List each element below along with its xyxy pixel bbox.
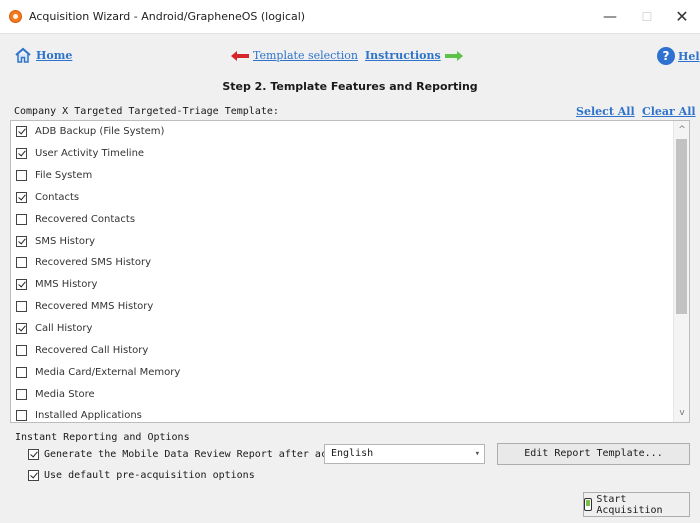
- feature-label: Media Store: [35, 388, 95, 400]
- feature-label: MMS History: [35, 279, 98, 291]
- feature-checkbox[interactable]: [16, 126, 27, 138]
- feature-row[interactable]: ADB Backup (File System): [11, 121, 673, 143]
- template-selection-link[interactable]: Template selection: [231, 49, 358, 62]
- feature-row[interactable]: Recovered Contacts: [11, 208, 673, 230]
- clear-all-link[interactable]: Clear All: [642, 105, 696, 118]
- minimize-button[interactable]: —: [599, 6, 621, 28]
- arrow-left-icon: [231, 50, 249, 61]
- feature-checkbox[interactable]: [16, 301, 27, 313]
- feature-list-items: ADB Backup (File System) User Activity Ti…: [11, 121, 673, 422]
- feature-label: Recovered MMS History: [35, 301, 154, 313]
- feature-row[interactable]: MMS History: [11, 274, 673, 296]
- language-value: English: [331, 448, 374, 459]
- feature-checkbox[interactable]: [16, 148, 27, 160]
- feature-label: Recovered SMS History: [35, 257, 151, 269]
- phone-icon: [584, 498, 593, 511]
- step-title: Step 2. Template Features and Reporting: [222, 80, 478, 93]
- feature-row[interactable]: Recovered Call History: [11, 339, 673, 361]
- home-link[interactable]: Home: [14, 47, 72, 63]
- feature-label: Installed Applications: [35, 410, 142, 422]
- help-icon: ?: [657, 47, 675, 65]
- feature-row[interactable]: Recovered MMS History: [11, 296, 673, 318]
- feature-row[interactable]: Installed Applications: [11, 405, 673, 422]
- default-options-option[interactable]: Use default pre-acquisition options: [28, 470, 255, 481]
- instructions-link[interactable]: Instructions: [365, 49, 463, 62]
- feature-checkbox[interactable]: [16, 410, 27, 422]
- feature-row[interactable]: SMS History: [11, 230, 673, 252]
- default-options-label: Use default pre-acquisition options: [44, 470, 255, 481]
- feature-label: Recovered Call History: [35, 344, 149, 356]
- template-name: Company X Targeted Targeted-Triage Templ…: [14, 106, 279, 117]
- help-link[interactable]: ? Help: [657, 47, 700, 65]
- language-select[interactable]: English ▾: [324, 444, 485, 464]
- feature-row[interactable]: Call History: [11, 318, 673, 340]
- template-selection-label[interactable]: Template selection: [253, 49, 358, 62]
- feature-row[interactable]: Media Card/External Memory: [11, 361, 673, 383]
- feature-row[interactable]: Contacts: [11, 187, 673, 209]
- feature-label: Contacts: [35, 191, 80, 203]
- feature-checkbox[interactable]: [16, 257, 27, 269]
- feature-label: SMS History: [35, 235, 96, 247]
- instant-reporting-label: Instant Reporting and Options: [15, 432, 190, 443]
- feature-checkbox[interactable]: [16, 388, 27, 400]
- maximize-button[interactable]: ☐: [636, 6, 658, 28]
- feature-list-scrollbar[interactable]: ^ v: [673, 121, 689, 422]
- help-link-label[interactable]: Help: [678, 50, 700, 63]
- arrow-right-icon: [444, 50, 463, 61]
- instructions-label[interactable]: Instructions: [365, 49, 441, 62]
- feature-checkbox[interactable]: [16, 344, 27, 356]
- feature-row[interactable]: Recovered SMS History: [11, 252, 673, 274]
- window-title: Acquisition Wizard - Android/GrapheneOS …: [29, 10, 306, 23]
- start-acquisition-label: Start Acquisition: [596, 493, 663, 516]
- feature-label: ADB Backup (File System): [35, 126, 165, 138]
- feature-label: User Activity Timeline: [35, 148, 145, 160]
- feature-label: File System: [35, 170, 93, 182]
- scroll-up-icon[interactable]: ^: [674, 122, 689, 138]
- edit-report-template-button[interactable]: Edit Report Template...: [497, 443, 690, 465]
- feature-row[interactable]: Media Store: [11, 383, 673, 405]
- app-logo-icon: [9, 10, 22, 23]
- feature-checkbox[interactable]: [16, 213, 27, 225]
- feature-checkbox[interactable]: [16, 323, 27, 335]
- feature-checkbox[interactable]: [16, 279, 27, 291]
- default-options-checkbox[interactable]: [28, 470, 39, 481]
- feature-row[interactable]: User Activity Timeline: [11, 143, 673, 165]
- chevron-down-icon: ▾: [474, 449, 480, 459]
- home-icon: [15, 47, 31, 63]
- select-all-link[interactable]: Select All: [576, 105, 635, 118]
- feature-checkbox[interactable]: [16, 366, 27, 378]
- feature-checkbox[interactable]: [16, 191, 27, 203]
- feature-label: Recovered Contacts: [35, 213, 136, 225]
- generate-report-checkbox[interactable]: [28, 449, 39, 460]
- scroll-down-icon[interactable]: v: [674, 405, 689, 421]
- start-acquisition-button[interactable]: Start Acquisition: [583, 492, 690, 517]
- feature-row[interactable]: File System: [11, 165, 673, 187]
- scrollbar-thumb[interactable]: [676, 139, 687, 314]
- feature-list[interactable]: ADB Backup (File System) User Activity Ti…: [10, 120, 690, 423]
- feature-checkbox[interactable]: [16, 170, 27, 182]
- feature-label: Media Card/External Memory: [35, 366, 181, 378]
- home-link-label[interactable]: Home: [36, 49, 72, 62]
- feature-label: Call History: [35, 323, 93, 335]
- feature-checkbox[interactable]: [16, 235, 27, 247]
- title-bar: Acquisition Wizard - Android/GrapheneOS …: [0, 0, 700, 34]
- close-button[interactable]: ✕: [671, 6, 693, 28]
